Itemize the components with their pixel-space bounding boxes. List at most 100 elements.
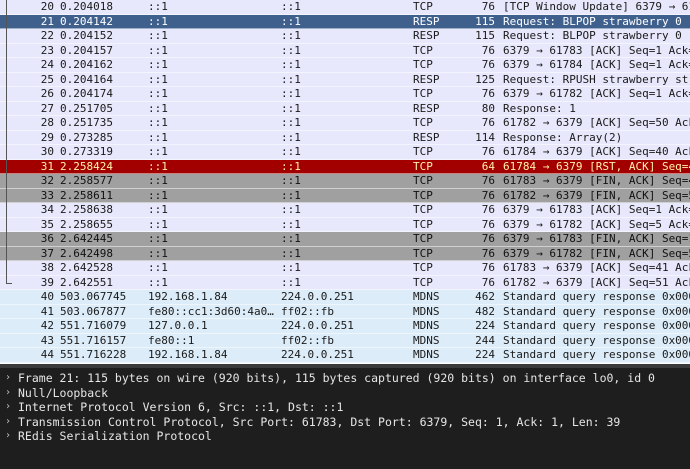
packet-number: 20 — [40, 0, 54, 13]
chevron-right-icon[interactable]: › — [5, 415, 11, 430]
packet-source: ::1 — [148, 246, 168, 260]
packet-number: 22 — [40, 29, 54, 42]
packet-row[interactable]: 31 2.258424::1::1 TCP 64 61784 → 6379 [RST, … — [0, 159, 690, 174]
packet-row[interactable]: 24 0.204162::1::1 TCP 76 6379 → 61784 [ACK] … — [0, 58, 690, 73]
packet-time: 0.204157 — [60, 43, 113, 57]
packet-info: 6379 → 61782 [ACK] Seq=5 Ack=51 — [503, 217, 690, 231]
packet-row[interactable]: 20 0.204018::1::1 TCP 76 [TCP Window Update]… — [0, 0, 690, 15]
packet-destination: ::1 — [281, 29, 301, 42]
packet-details-pane[interactable]: › Frame 21: 115 bytes on wire (920 bits),… — [0, 368, 690, 469]
packet-protocol: RESP — [413, 130, 440, 144]
packet-row[interactable]: 44 551.716228 192.168.1.84 224.0.0.251 MDNS 2… — [0, 348, 690, 363]
packet-protocol: TCP — [413, 0, 433, 13]
packet-length: 76 — [481, 261, 495, 274]
packet-info: 6379 → 61783 [ACK] Seq=1 Ack=41 — [503, 203, 690, 216]
packet-number: 21 — [40, 14, 54, 28]
packet-row[interactable]: 38 2.642528::1::1 TCP 76 61783 → 6379 [ACK] … — [0, 261, 690, 276]
packet-length: 115 — [475, 14, 495, 28]
packet-row[interactable]: 29 0.273285::1::1 RESP 114 Response: Array(2… — [0, 130, 690, 145]
packet-length: 76 — [481, 116, 495, 129]
packet-source: 192.168.1.84 — [148, 290, 228, 303]
packet-protocol: RESP — [413, 14, 440, 28]
packet-length: 76 — [481, 43, 495, 57]
packet-source: ::1 — [148, 203, 168, 216]
packet-source: ::1 — [148, 58, 168, 71]
detail-tree-item[interactable]: › REdis Serialization Protocol — [0, 429, 690, 444]
packet-destination: ::1 — [281, 174, 301, 187]
packet-row[interactable]: 37 2.642498::1::1 TCP 76 6379 → 61782 [FIN, … — [0, 246, 690, 261]
packet-time: 2.642551 — [60, 275, 113, 289]
packet-destination: ff02::fb — [281, 333, 334, 347]
packet-row[interactable]: 21 0.204142::1::1 RESP 115 Request: BLPOP st… — [0, 14, 690, 29]
detail-tree-item[interactable]: › Frame 21: 115 bytes on wire (920 bits),… — [0, 371, 690, 386]
packet-destination: ::1 — [281, 0, 301, 13]
packet-row[interactable]: 28 0.251735::1::1 TCP 76 61782 → 6379 [ACK] … — [0, 116, 690, 131]
packet-info: Response: 1 — [503, 101, 576, 115]
packet-number: 26 — [40, 87, 54, 100]
packet-info: 61783 → 6379 [ACK] Seq=41 Ack=2 — [503, 261, 690, 274]
packet-destination: ::1 — [281, 275, 301, 289]
packet-time: 0.204162 — [60, 58, 113, 71]
packet-number: 23 — [40, 43, 54, 57]
packet-row[interactable]: 43 551.716157 fe80::1 ff02::fb MDNS 244 Standa… — [0, 333, 690, 348]
packet-destination: ff02::fb — [281, 304, 334, 318]
packet-row[interactable]: 35 2.258655::1::1 TCP 76 6379 → 61782 [ACK] … — [0, 217, 690, 232]
packet-row[interactable]: 22 0.204152::1::1 RESP 115 Request: BLPOP st… — [0, 29, 690, 44]
packet-time: 0.204152 — [60, 29, 113, 42]
packet-info: Request: RPUSH strawberry strawbe — [503, 72, 690, 86]
packet-row[interactable]: 25 0.204164::1::1 RESP 125 Request: RPUSH st… — [0, 72, 690, 87]
packet-destination: ::1 — [281, 217, 301, 231]
packet-source: ::1 — [148, 29, 168, 42]
packet-time: 0.273285 — [60, 130, 113, 144]
packet-time: 0.273319 — [60, 145, 113, 158]
detail-label: Transmission Control Protocol, Src Port:… — [18, 414, 621, 429]
detail-tree-item[interactable]: › Internet Protocol Version 6, Src: ::1, … — [0, 400, 690, 415]
packet-row[interactable]: 27 0.251705::1::1 RESP 80 Response: 1 — [0, 101, 690, 116]
packet-row[interactable]: 41 503.067877 fe80::cc1:3d60:4a0… ff02::fb M… — [0, 304, 690, 319]
packet-destination: ::1 — [281, 87, 301, 100]
packet-length: 482 — [475, 304, 495, 318]
packet-number: 29 — [40, 130, 54, 144]
packet-time: 0.204142 — [60, 14, 113, 28]
packet-number: 41 — [40, 304, 54, 318]
packet-source: ::1 — [148, 0, 168, 13]
packet-length: 76 — [481, 246, 495, 260]
packet-destination: ::1 — [281, 72, 301, 86]
packet-list[interactable]: 20 0.204018::1::1 TCP 76 [TCP Window Update]… — [0, 0, 690, 364]
packet-length: 76 — [481, 145, 495, 158]
packet-protocol: MDNS — [413, 319, 440, 332]
chevron-right-icon[interactable]: › — [5, 386, 11, 401]
packet-time: 0.204174 — [60, 87, 113, 100]
packet-number: 34 — [40, 203, 54, 216]
packet-row[interactable]: 30 0.273319::1::1 TCP 76 61784 → 6379 [ACK] … — [0, 145, 690, 160]
packet-length: 76 — [481, 275, 495, 289]
packet-length: 224 — [475, 348, 495, 361]
packet-row[interactable]: 36 2.642445::1::1 TCP 76 6379 → 61783 [FIN, … — [0, 232, 690, 247]
detail-tree-item[interactable]: › Null/Loopback — [0, 386, 690, 401]
packet-info: 61784 → 6379 [ACK] Seq=40 Ack=39 — [503, 145, 690, 158]
packet-info: Standard query response 0x0000 — [503, 333, 690, 347]
packet-row[interactable]: 34 2.258638::1::1 TCP 76 6379 → 61783 [ACK] … — [0, 203, 690, 218]
packet-info: 61782 → 6379 [ACK] Seq=50 Ack=5 — [503, 116, 690, 129]
packet-row[interactable]: 26 0.204174::1::1 TCP 76 6379 → 61782 [ACK] … — [0, 87, 690, 102]
packet-protocol: TCP — [413, 116, 433, 129]
packet-row[interactable]: 23 0.204157::1::1 TCP 76 6379 → 61783 [ACK] … — [0, 43, 690, 58]
packet-info: 61784 → 6379 [RST, ACK] Seq=40 A — [503, 159, 690, 173]
packet-time: 2.642528 — [60, 261, 113, 274]
packet-source: ::1 — [148, 14, 168, 28]
detail-tree-item[interactable]: › Transmission Control Protocol, Src Port… — [0, 415, 690, 430]
packet-row[interactable]: 33 2.258611::1::1 TCP 76 61782 → 6379 [FIN, … — [0, 188, 690, 203]
packet-number: 38 — [40, 261, 54, 274]
chevron-right-icon[interactable]: › — [5, 371, 11, 386]
packet-row[interactable]: 40 503.067745 192.168.1.84 224.0.0.251 MDNS 4… — [0, 290, 690, 305]
chevron-right-icon[interactable]: › — [5, 429, 11, 444]
packet-row[interactable]: 32 2.258577::1::1 TCP 76 61783 → 6379 [FIN, … — [0, 174, 690, 189]
packet-info: 6379 → 61784 [ACK] Seq=1 Ack=40 — [503, 58, 690, 71]
packet-row[interactable]: 42 551.716079 127.0.0.1 224.0.0.251 MDNS 224 S… — [0, 319, 690, 334]
chevron-right-icon[interactable]: › — [5, 400, 11, 415]
packet-length: 76 — [481, 188, 495, 202]
packet-row[interactable]: 39 2.642551::1::1 TCP 76 61782 → 6379 [ACK] … — [0, 275, 690, 290]
packet-length: 125 — [475, 72, 495, 86]
packet-length: 224 — [475, 319, 495, 332]
packet-number: 33 — [40, 188, 54, 202]
